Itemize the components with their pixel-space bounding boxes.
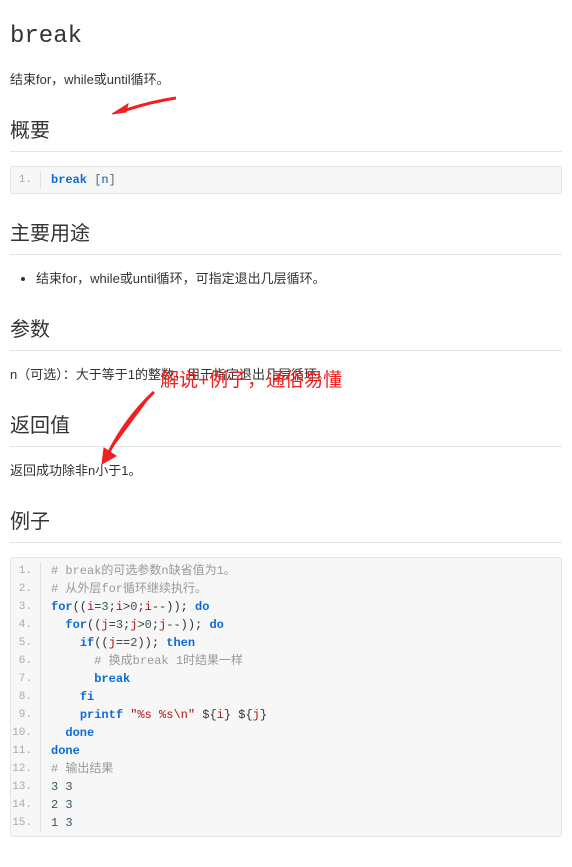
section-heading-return: 返回值 — [10, 410, 562, 447]
code-line: 2 3 — [41, 796, 561, 814]
intro-text: 结束for，while或until循环。 — [10, 70, 562, 91]
usage-list: 结束for，while或until循环，可指定退出几层循环。 — [10, 269, 562, 290]
code-line: 1 3 — [41, 814, 561, 832]
line-number: 2. — [11, 580, 41, 598]
section-heading-params: 参数 — [10, 314, 562, 351]
line-number: 15. — [11, 814, 41, 832]
code-line: if((j==2)); then — [41, 634, 561, 652]
line-number: 3. — [11, 598, 41, 616]
line-number: 1. — [11, 171, 41, 189]
code-block-synopsis: 1.break [n] — [10, 166, 562, 194]
line-number: 8. — [11, 688, 41, 706]
usage-item: 结束for，while或until循环，可指定退出几层循环。 — [36, 269, 562, 290]
line-number: 13. — [11, 778, 41, 796]
code-block-example: 1.# break的可选参数n缺省值为1。2.# 从外层for循环继续执行。3.… — [10, 557, 562, 837]
code-line: done — [41, 724, 561, 742]
line-number: 14. — [11, 796, 41, 814]
code-line: # 换成break 1时结果一样 — [41, 652, 561, 670]
page-title: break — [10, 18, 562, 56]
line-number: 9. — [11, 706, 41, 724]
line-number: 10. — [11, 724, 41, 742]
code-line: break [n] — [41, 171, 561, 189]
line-number: 12. — [11, 760, 41, 778]
line-number: 6. — [11, 652, 41, 670]
code-line: # break的可选参数n缺省值为1。 — [41, 562, 561, 580]
code-line: # 输出结果 — [41, 760, 561, 778]
line-number: 7. — [11, 670, 41, 688]
section-heading-example: 例子 — [10, 506, 562, 543]
line-number: 5. — [11, 634, 41, 652]
line-number: 11. — [11, 742, 41, 760]
section-heading-synopsis: 概要 — [10, 115, 562, 152]
return-text: 返回成功除非n小于1。 — [10, 461, 562, 482]
code-line: printf "%s %s\n" ${i} ${j} — [41, 706, 561, 724]
code-line: for((i=3;i>0;i--)); do — [41, 598, 561, 616]
code-line: # 从外层for循环继续执行。 — [41, 580, 561, 598]
code-line: fi — [41, 688, 561, 706]
code-line: for((j=3;j>0;j--)); do — [41, 616, 561, 634]
line-number: 4. — [11, 616, 41, 634]
code-line: done — [41, 742, 561, 760]
line-number: 1. — [11, 562, 41, 580]
section-heading-usage: 主要用途 — [10, 218, 562, 255]
params-text: n（可选）：大于等于1的整数，用于指定退出几层循环。 — [10, 365, 562, 386]
return-heading-text: 返回值 — [10, 415, 70, 437]
code-line: 3 3 — [41, 778, 561, 796]
code-line: break — [41, 670, 561, 688]
